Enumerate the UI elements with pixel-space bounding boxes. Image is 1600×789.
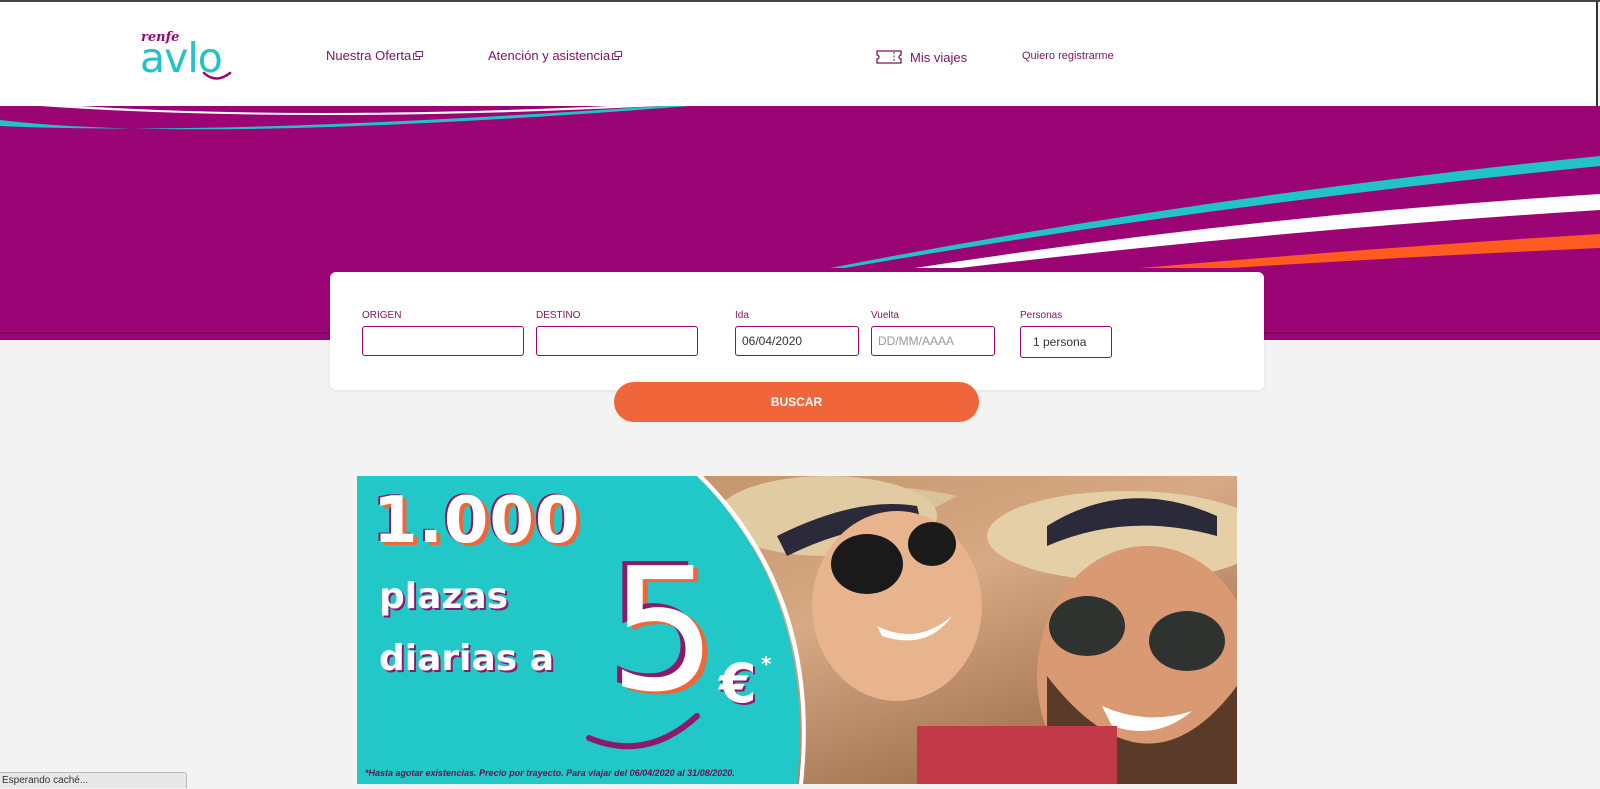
nav-oferta-label: Nuestra Oferta [326,48,412,63]
avlo-logo[interactable]: renfe avlo [140,28,236,84]
promo-price: 5 [609,532,718,730]
origen-label: ORIGEN [362,310,402,321]
browser-status-bar: Esperando caché... [0,772,187,788]
promo-banner[interactable]: 1.000 plazas diarias a 5 € * *Hasta agot… [357,476,1237,784]
vuelta-date-input[interactable] [871,326,995,356]
register-link[interactable]: Quiero registrarme [1022,50,1114,62]
destino-label: DESTINO [536,310,581,321]
destino-input[interactable] [536,326,698,356]
origen-input[interactable] [362,326,524,356]
promo-legal-text: *Hasta agotar existencias. Precio por tr… [365,768,735,778]
vuelta-label: Vuelta [871,310,899,321]
search-form: ORIGEN DESTINO Ida Vuelta Personas 1 per… [330,272,1264,390]
mis-viajes-label: Mis viajes [910,49,968,65]
ida-label: Ida [735,310,749,321]
personas-label: Personas [1020,310,1063,321]
promo-line-diarias: diarias a [379,638,555,679]
promo-asterisk: * [761,652,772,676]
nav-atencion-asistencia[interactable]: Atención y asistencia [488,48,623,63]
external-link-icon [612,51,623,60]
ticket-icon [876,50,902,64]
promo-headline: 1.000 [373,484,581,558]
logo-smile-icon [202,71,232,80]
mis-viajes-link[interactable]: Mis viajes [876,49,967,65]
site-header: renfe avlo Nuestra Oferta Atención y asi… [0,2,1598,106]
buscar-button[interactable]: BUSCAR [614,382,979,422]
nav-nuestra-oferta[interactable]: Nuestra Oferta [326,48,424,63]
external-link-icon [413,51,424,60]
promo-line-plazas: plazas [379,576,509,617]
personas-select[interactable]: 1 persona [1020,326,1112,358]
ida-date-input[interactable] [735,326,859,356]
promo-currency: € [719,652,757,715]
nav-atencion-label: Atención y asistencia [488,48,611,63]
